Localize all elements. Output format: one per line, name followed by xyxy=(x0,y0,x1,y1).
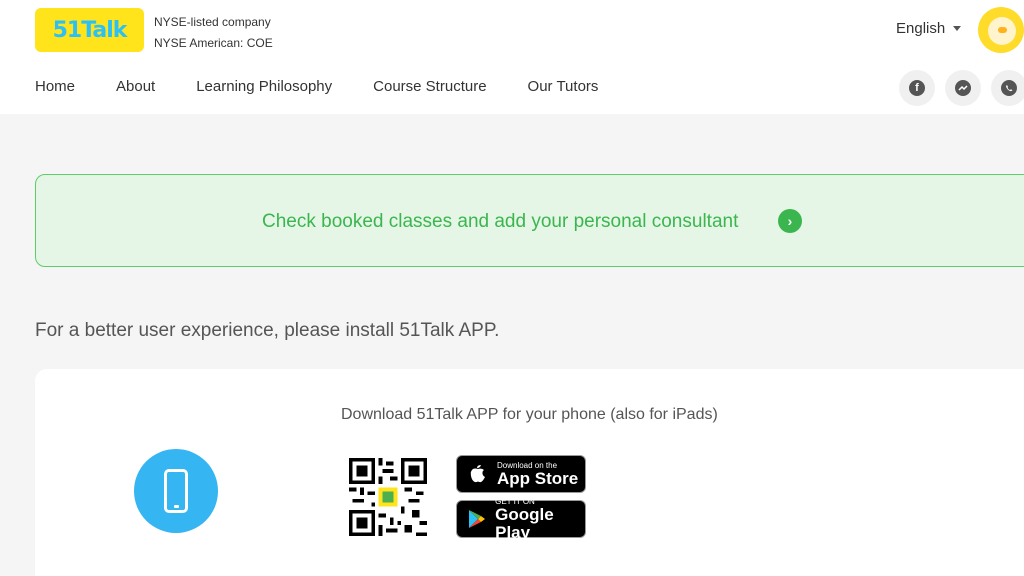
nav-home[interactable]: Home xyxy=(35,78,75,95)
company-line-1: NYSE-listed company xyxy=(154,15,271,29)
main-nav: Home About Learning Philosophy Course St… xyxy=(35,78,639,95)
language-selector[interactable]: English xyxy=(896,20,962,37)
logo[interactable]: 51Talk xyxy=(35,8,144,52)
google-play-button[interactable]: GET IT ON Google Play xyxy=(456,497,586,541)
google-play-label: Google Play xyxy=(495,504,554,542)
phone-icon xyxy=(134,449,218,533)
whatsapp-button[interactable] xyxy=(991,70,1024,106)
logo-text: 51Talk xyxy=(52,17,128,43)
facebook-icon: f xyxy=(909,80,925,96)
facebook-button[interactable]: f xyxy=(899,70,935,106)
download-card-title: Download 51Talk APP for your phone (also… xyxy=(341,406,718,423)
language-label: English xyxy=(896,20,946,37)
google-play-icon xyxy=(467,507,487,531)
download-card: Download 51Talk APP for your phone (also… xyxy=(35,369,1024,576)
messenger-icon xyxy=(955,80,971,96)
messenger-button[interactable] xyxy=(945,70,981,106)
company-info: NYSE-listed company NYSE American: COE xyxy=(154,12,273,54)
nav-course-structure[interactable]: Course Structure xyxy=(373,78,486,95)
install-prompt: For a better user experience, please ins… xyxy=(35,320,500,341)
booked-classes-banner[interactable]: Check booked classes and add your person… xyxy=(35,174,1024,267)
whatsapp-icon xyxy=(1001,80,1017,96)
nav-about[interactable]: About xyxy=(116,78,155,95)
chevron-down-icon xyxy=(953,26,962,31)
phone-body-shape xyxy=(164,469,188,513)
app-store-label: App Store xyxy=(497,468,579,488)
company-line-2: NYSE American: COE xyxy=(154,36,273,50)
avatar-beak xyxy=(998,27,1007,33)
banner-text: Check booked classes and add your person… xyxy=(262,211,739,232)
qr-code-icon xyxy=(349,458,427,536)
app-store-button[interactable]: Download on the App Store xyxy=(456,455,586,493)
avatar[interactable] xyxy=(978,7,1024,53)
apple-icon xyxy=(467,462,489,486)
arrow-right-icon: › xyxy=(778,209,802,233)
nav-our-tutors[interactable]: Our Tutors xyxy=(528,78,599,95)
nav-learning-philosophy[interactable]: Learning Philosophy xyxy=(196,78,332,95)
header: 51Talk NYSE-listed company NYSE American… xyxy=(0,0,1024,114)
